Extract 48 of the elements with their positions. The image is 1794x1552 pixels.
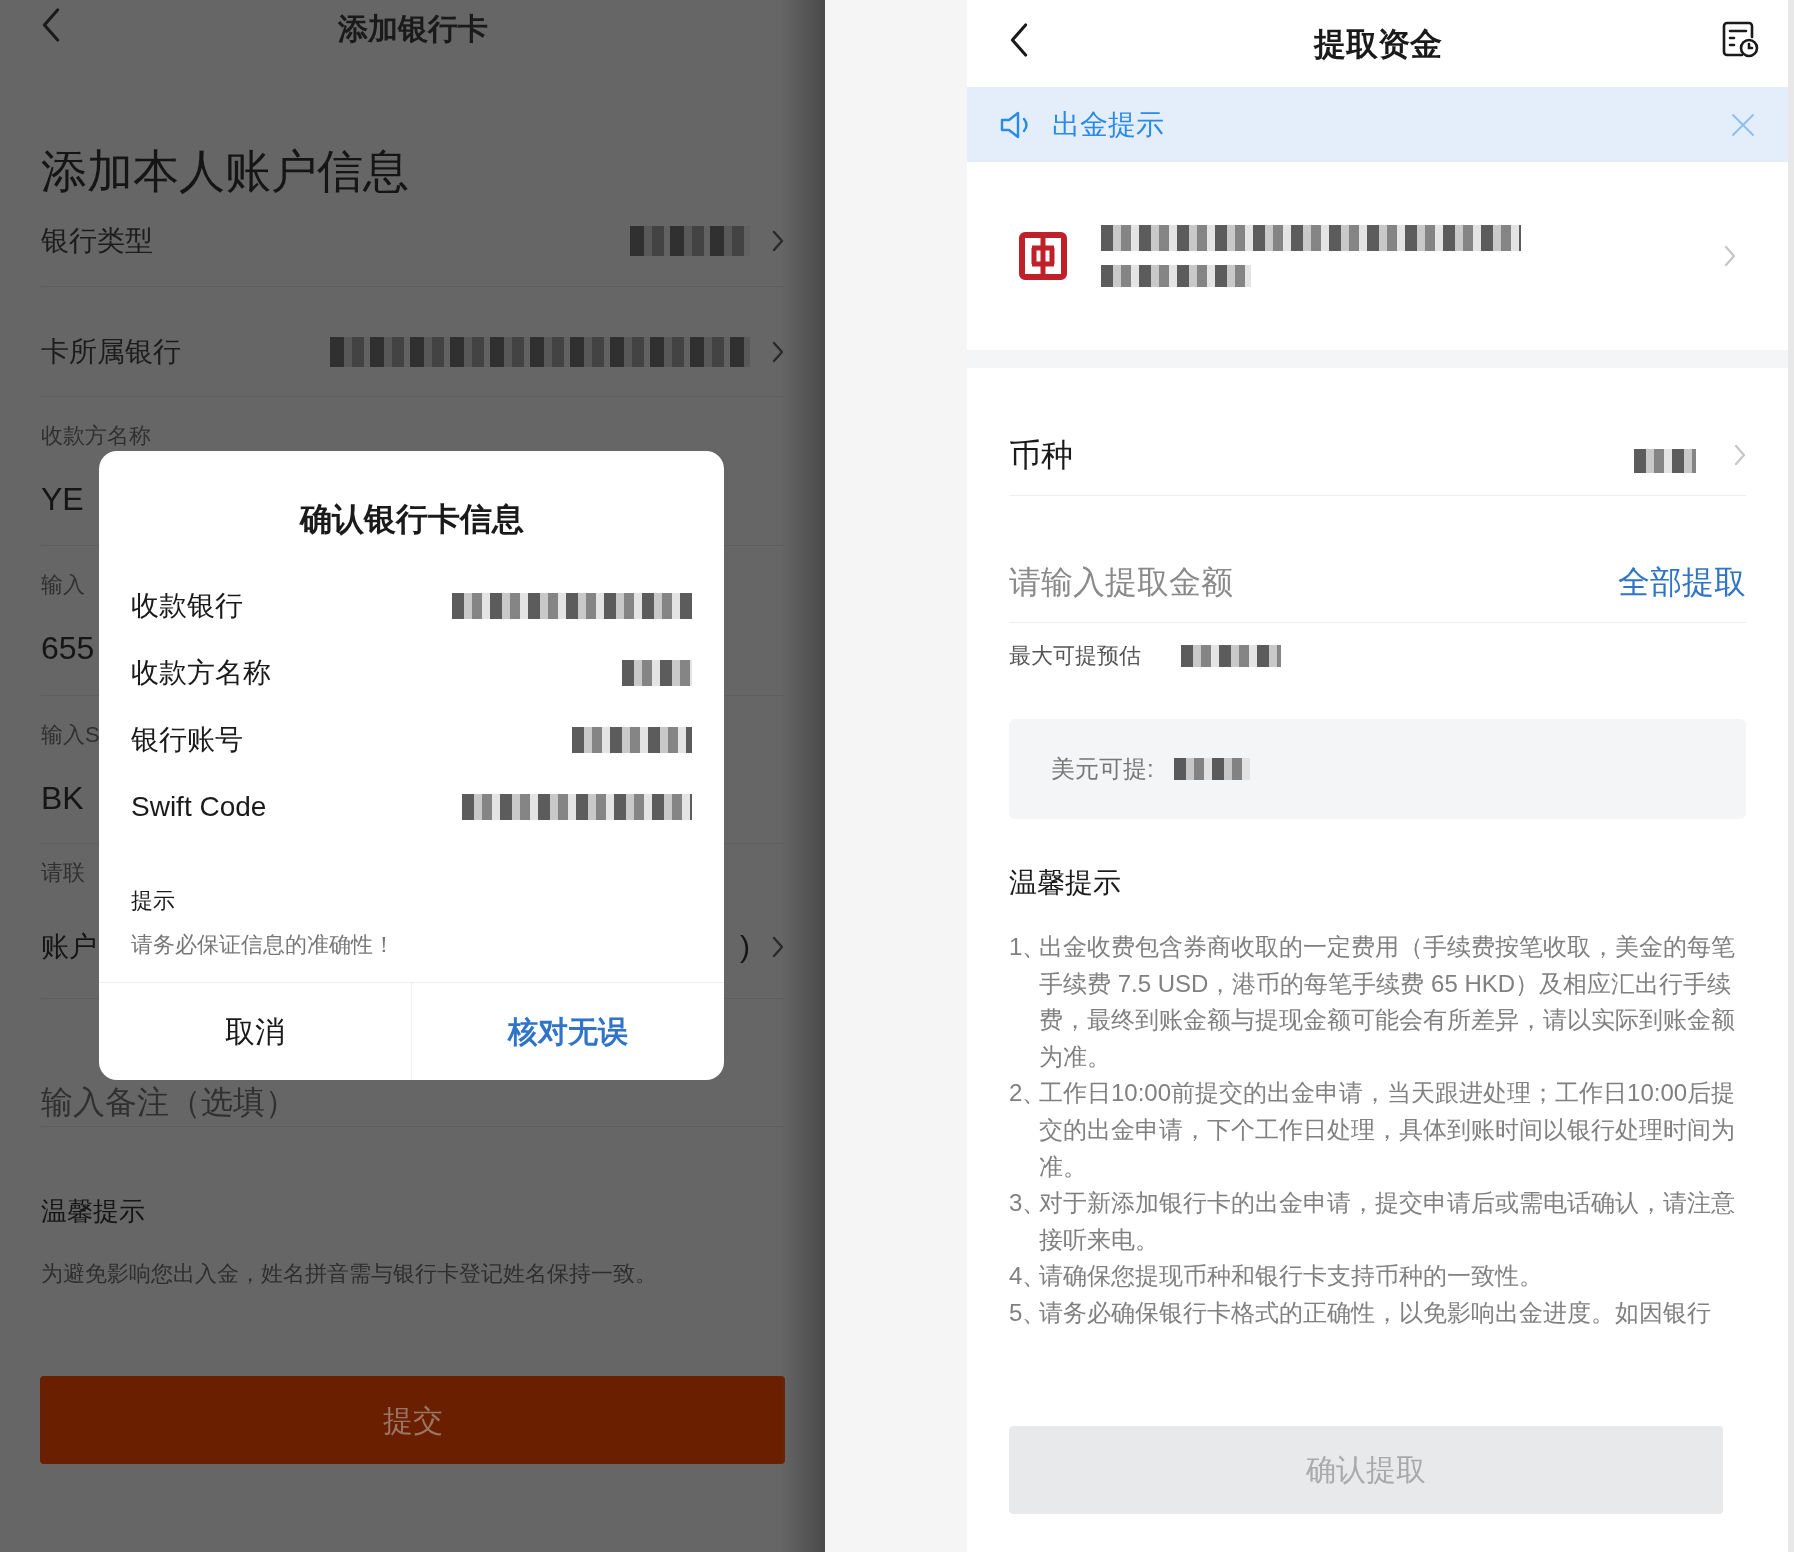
redacted-value (622, 659, 692, 686)
redacted-value (1634, 449, 1696, 473)
tip-text: 出金收费包含券商收取的一定费用（手续费按笔收取，美金的每笔手续费 7.5 USD，港币的每笔手续费 65 HKD）及相应汇出行手续费，最终到账金额与提现金额可能会有所差异，请以实际到账金额为准。 (1039, 932, 1736, 1072)
banner-text: 出金提示 (1052, 107, 1165, 142)
field-value: ) (740, 929, 750, 965)
field-value: 账户 (41, 929, 97, 964)
submit-button[interactable]: 提交 (40, 1376, 785, 1464)
cancel-button[interactable]: 取消 (99, 983, 411, 1080)
field-label: 收款银行 (131, 588, 243, 623)
page-heading: 添加本人账户信息 (41, 146, 410, 196)
field-label: 银行类型 (41, 224, 154, 258)
amount-input[interactable]: 请输入提取金额 (1009, 562, 1618, 602)
dialog-title: 确认银行卡信息 (298, 500, 525, 539)
field-label: 币种 (1009, 437, 1074, 473)
chevron-right-icon[interactable] (772, 935, 784, 958)
confirm-button[interactable]: 核对无误 (411, 983, 724, 1080)
tip-text: 请确保您提现币种和银行卡支持币种的一致性。 (1039, 1261, 1544, 1292)
item-number: 3、 (1009, 1188, 1039, 1219)
field-label: Swift Code (131, 789, 267, 824)
item-number: 2、 (1009, 1078, 1039, 1109)
withdraw-all-link[interactable]: 全部提取 (1618, 562, 1746, 602)
tips-text: 为避免影响您出入金，姓名拼音需与银行卡登记姓名保持一致。 (41, 1260, 658, 1288)
chevron-right-icon[interactable] (772, 340, 784, 363)
screen-title: 添加银行卡 (337, 10, 488, 47)
field-label: 银行账号 (131, 722, 243, 757)
bank-logo (1019, 230, 1067, 282)
screen-title: 提取资金 (1313, 24, 1442, 64)
close-icon[interactable] (1731, 112, 1755, 137)
available-label: 美元可提: (1051, 754, 1154, 784)
tips-title: 温馨提示 (41, 1195, 146, 1228)
chevron-right-icon[interactable] (772, 230, 784, 252)
item-number: 4、 (1009, 1261, 1039, 1292)
max-estimate-label: 最大可提预估 (1009, 642, 1141, 670)
tip-text: 请务必确保银行卡格式的正确性，以免影响出金进度。如因银行 (1039, 1297, 1712, 1328)
notice-text: 请务必保证信息的准确性！ (130, 931, 396, 959)
notice-title: 提示 (130, 887, 176, 915)
item-number: 5、 (1009, 1297, 1039, 1328)
history-icon[interactable] (1720, 19, 1760, 59)
item-number: 1、 (1009, 932, 1039, 962)
field-value: YE (41, 480, 84, 519)
tips-title: 温馨提示 (1009, 867, 1122, 899)
tip-text: 工作日10:00前提交的出金申请，当天跟进处理；工作日10:00后提交的出金申请，下个工作日处理，具体到账时间以银行处理时间为准。 (1039, 1078, 1737, 1182)
field-label: 收款方名称 (131, 655, 271, 690)
back-icon[interactable] (1009, 23, 1029, 57)
tip-text: 对于新添加银行卡的出金申请，提交申请后或需电话确认，请注意接听来电。 (1039, 1188, 1736, 1255)
field-value: BK (41, 779, 84, 818)
field-label: 卡所属银行 (41, 334, 182, 369)
field-value: 655 (41, 629, 95, 668)
